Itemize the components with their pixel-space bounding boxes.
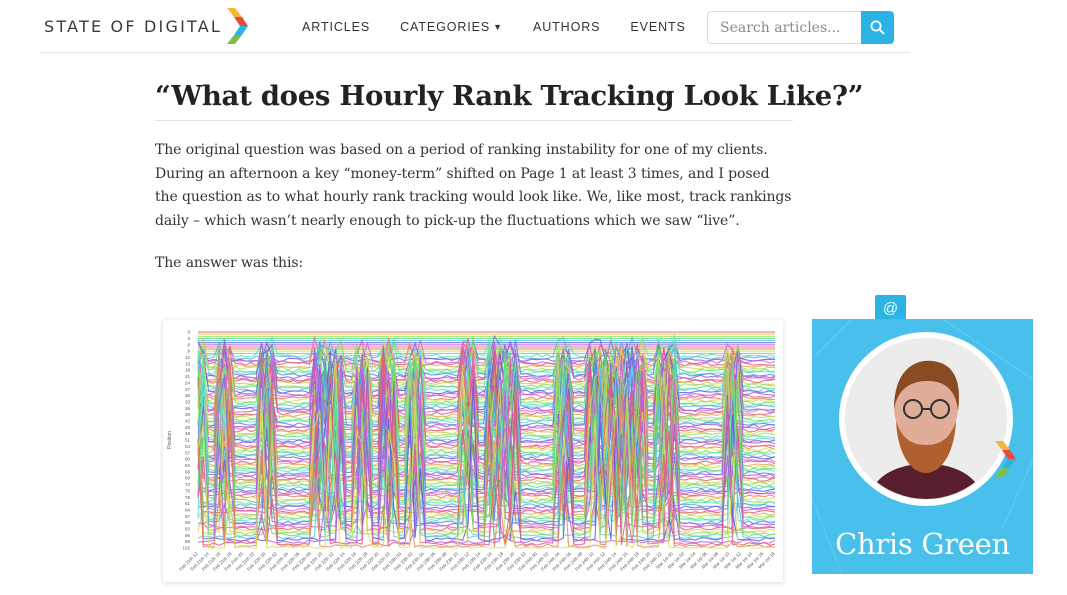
- chart-y-tick-label: 102: [182, 546, 190, 551]
- chart-y-tick-label: 48: [185, 431, 191, 436]
- chart-y-tick-label: 90: [185, 520, 191, 525]
- chart-y-tick-label: 51: [185, 438, 191, 443]
- article-paragraph: The answer was this:: [155, 255, 304, 271]
- nav-authors-label: AUTHORS: [532, 20, 601, 34]
- chart-y-tick-label: 18: [185, 368, 191, 373]
- chart-y-tick-label: 33: [185, 399, 191, 404]
- header-divider: [40, 52, 910, 53]
- caret-down-icon: ▼: [493, 22, 503, 32]
- nav-articles-label: ARTICLES: [302, 20, 371, 34]
- chart-y-tick-label: 69: [185, 476, 191, 481]
- logo-chevron-icon: [227, 8, 248, 44]
- chart-y-tick-label: 21: [185, 374, 191, 379]
- chart-y-tick-label: 72: [185, 482, 191, 487]
- search-input[interactable]: [707, 11, 861, 44]
- nav-authors[interactable]: AUTHORS: [533, 20, 600, 34]
- chart-y-tick-label: 30: [185, 393, 191, 398]
- chart-y-tick-label: 12: [185, 355, 191, 360]
- article: “What does Hourly Rank Tracking Look Lik…: [155, 72, 864, 276]
- chart-y-tick-label: 66: [185, 469, 191, 474]
- search-icon: [870, 20, 885, 35]
- chart-y-tick-label: 75: [185, 488, 191, 493]
- chart-y-tick-label: 39: [185, 412, 191, 417]
- chart-y-tick-label: 54: [185, 444, 191, 449]
- search-bar: [707, 11, 894, 44]
- chart-y-tick-label: 3: [187, 336, 190, 341]
- article-title: “What does Hourly Rank Tracking Look Lik…: [155, 80, 864, 112]
- chart-y-tick-label: 99: [185, 539, 191, 544]
- chart-y-tick-label: 60: [185, 457, 191, 462]
- chart-y-tick-label: 96: [185, 533, 191, 538]
- chart-y-tick-label: 42: [185, 419, 191, 424]
- chart-y-tick-label: 24: [185, 380, 191, 385]
- chart-y-tick-label: 63: [185, 463, 191, 468]
- nav-categories-label: CATEGORIES: [400, 20, 491, 34]
- chart-y-tick-label: 15: [185, 361, 191, 366]
- chart-y-tick-label: 78: [185, 495, 191, 500]
- chart-y-tick-label: 87: [185, 514, 191, 519]
- at-icon: @: [882, 299, 899, 317]
- chart-y-tick-label: 0: [187, 330, 190, 335]
- author-card[interactable]: Chris Green: [812, 319, 1033, 574]
- search-button[interactable]: [861, 11, 894, 44]
- chart-y-tick-label: 9: [187, 349, 190, 354]
- chart-y-tick-label: 36: [185, 406, 191, 411]
- nav-categories[interactable]: CATEGORIES ▼: [400, 20, 503, 34]
- author-badge[interactable]: @: [875, 295, 906, 321]
- logo-text: STATE OF DIGITAL: [44, 16, 222, 36]
- chart-y-tick-label: 57: [185, 450, 191, 455]
- nav-events[interactable]: EVENTS: [630, 20, 685, 34]
- chart-y-tick-label: 27: [185, 387, 191, 392]
- nav-events-label: EVENTS: [630, 20, 686, 34]
- chart-y-tick-label: 81: [185, 501, 191, 506]
- chart-y-tick-label: 6: [187, 342, 190, 347]
- chart-svg: Position03691215182124273033363942454851…: [167, 330, 776, 572]
- chart-y-tick-label: 45: [185, 425, 191, 430]
- author-avatar: [839, 332, 1013, 506]
- site-header: STATE OF DIGITAL ARTICLES CATEGORIES ▼ AU…: [0, 0, 1067, 54]
- nav-articles[interactable]: ARTICLES: [302, 20, 370, 34]
- title-divider: [155, 120, 793, 121]
- site-logo[interactable]: STATE OF DIGITAL: [44, 6, 250, 46]
- chart-y-tick-label: 84: [185, 507, 191, 512]
- article-paragraph: The original question was based on a per…: [155, 142, 792, 229]
- rank-tracking-chart: Position 0 3 6 9 12 15 18 21 24 27 30 33 36 39 42 45 48 51…: [163, 320, 783, 582]
- main-nav: ARTICLES CATEGORIES ▼ AUTHORS EVENTS: [302, 20, 716, 34]
- chart-y-tick-label: 93: [185, 527, 191, 532]
- chart-y-axis-label: Position: [167, 431, 173, 449]
- author-chevron-icon: [995, 441, 1016, 477]
- author-name: Chris Green: [835, 527, 1010, 561]
